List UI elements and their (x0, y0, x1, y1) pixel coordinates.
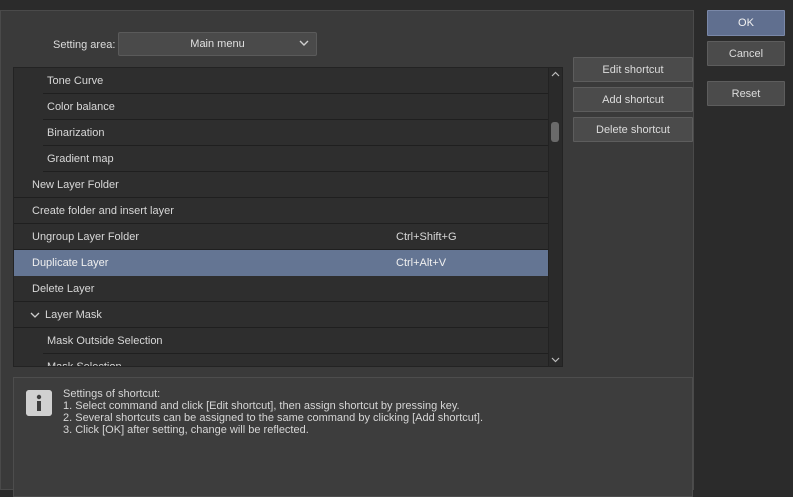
command-label: Binarization (47, 127, 105, 139)
command-label: Duplicate Layer (32, 257, 109, 269)
command-row[interactable]: Mask Outside Selection (14, 328, 550, 354)
command-label: Tone Curve (47, 75, 104, 87)
setting-area-label: Setting area: (53, 39, 116, 51)
help-line-1: 1. Select command and click [Edit shortc… (63, 400, 460, 412)
help-line-3: 3. Click [OK] after setting, change will… (63, 424, 309, 436)
command-row[interactable]: Color balance (14, 94, 550, 120)
reset-button[interactable]: Reset (707, 81, 785, 106)
command-rows: Tone Curve Color balance Binarization Gradi… (14, 68, 550, 367)
command-row[interactable]: New Layer Folder (14, 172, 550, 198)
add-shortcut-button[interactable]: Add shortcut (573, 87, 693, 112)
command-row[interactable]: Tone Curve (14, 68, 550, 94)
edit-shortcut-button[interactable]: Edit shortcut (573, 57, 693, 82)
setting-area-value: Main menu (190, 38, 245, 50)
expand-chevron-icon[interactable] (30, 311, 40, 319)
scrollbar-thumb[interactable] (551, 122, 559, 142)
command-label: Delete Layer (32, 283, 95, 295)
setting-area-dropdown[interactable]: Main menu (118, 32, 317, 56)
command-label: Create folder and insert layer (32, 205, 174, 217)
scroll-up-icon[interactable] (551, 70, 560, 79)
command-row[interactable]: Mask Selection (14, 354, 550, 367)
command-row[interactable]: Create folder and insert layer (14, 198, 550, 224)
command-label: Gradient map (47, 153, 114, 165)
command-row[interactable]: Layer Mask (14, 302, 550, 328)
command-list[interactable]: Tone Curve Color balance Binarization Gradi… (13, 67, 563, 367)
command-shortcut: Ctrl+Alt+V (396, 257, 447, 269)
command-row[interactable]: Duplicate Layer Ctrl+Alt+V (14, 250, 550, 276)
command-list-scrollbar[interactable] (548, 68, 562, 366)
ok-button[interactable]: OK (707, 10, 785, 36)
cancel-button[interactable]: Cancel (707, 41, 785, 66)
command-label: Layer Mask (45, 309, 102, 321)
command-shortcut: Ctrl+Shift+G (396, 231, 457, 243)
delete-shortcut-button[interactable]: Delete shortcut (573, 117, 693, 142)
help-line-2: 2. Several shortcuts can be assigned to … (63, 412, 484, 424)
command-label: Mask Outside Selection (47, 335, 163, 347)
command-row[interactable]: Ungroup Layer Folder Ctrl+Shift+G (14, 224, 550, 250)
help-title: Settings of shortcut: (63, 388, 161, 400)
command-row[interactable]: Delete Layer (14, 276, 550, 302)
shortcut-settings-panel: Setting area: Main menu Tone Curve Color … (0, 10, 694, 497)
command-row[interactable]: Binarization (14, 120, 550, 146)
command-row[interactable]: Gradient map (14, 146, 550, 172)
help-text: Settings of shortcut: 1. Select command … (63, 388, 483, 436)
help-panel: Settings of shortcut: 1. Select command … (13, 377, 693, 497)
command-label: Mask Selection (47, 361, 122, 367)
command-label: Ungroup Layer Folder (32, 231, 140, 243)
info-icon (26, 390, 52, 416)
scroll-down-icon[interactable] (551, 355, 560, 364)
command-label: Color balance (47, 101, 115, 113)
chevron-down-icon (299, 40, 309, 46)
command-label: New Layer Folder (32, 179, 119, 191)
